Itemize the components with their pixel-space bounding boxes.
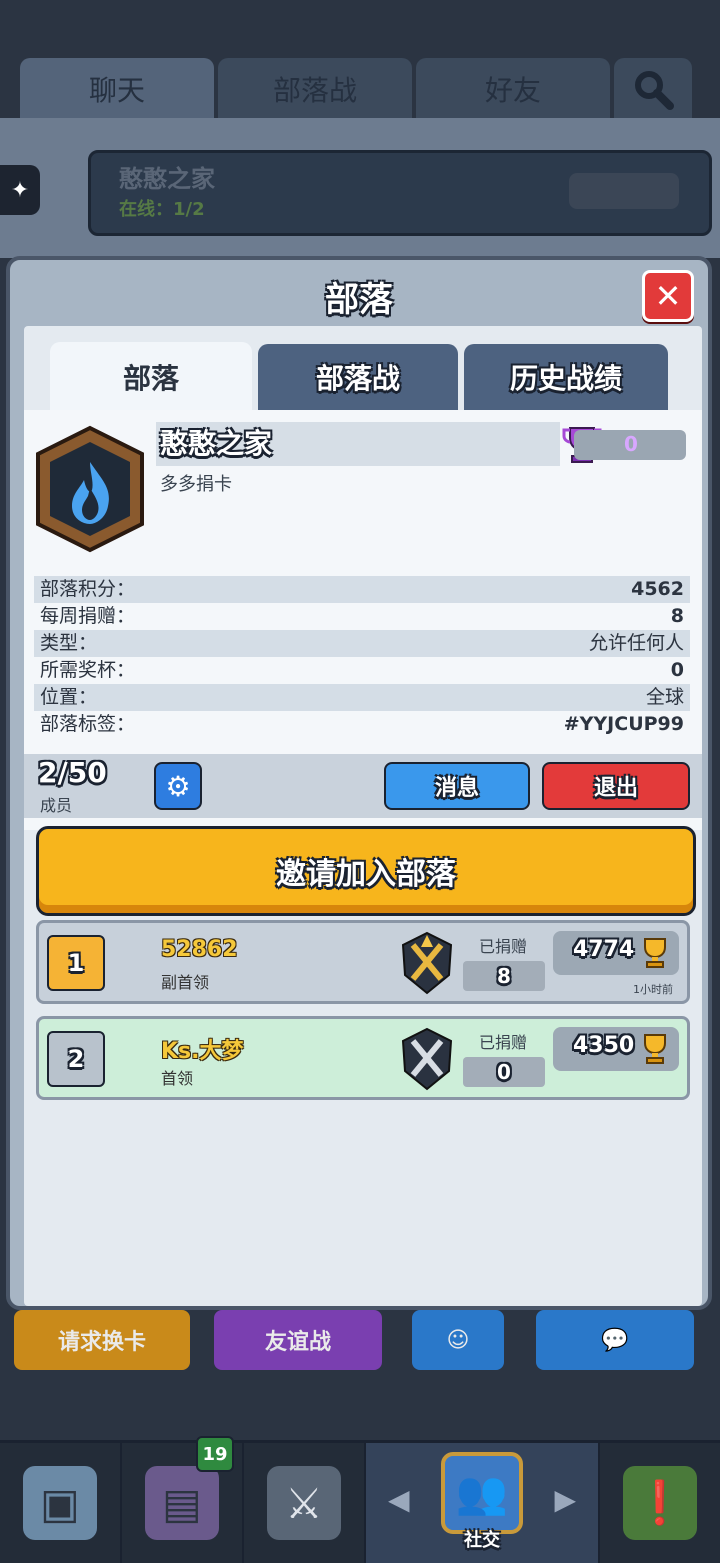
info-row: 位置： 全球 [34,684,690,711]
smile-icon: ☺ [446,1327,470,1353]
cards-icon: ▤ [145,1466,219,1540]
tab-clan-war-modal[interactable]: 部落战 [258,344,458,410]
nav-battle[interactable]: ⚔ [244,1443,366,1563]
puzzle-icon[interactable]: ✦ [0,165,40,215]
cards-count-badge: 19 [196,1436,234,1472]
clan-badge-icon [36,425,144,553]
tab-clan-war[interactable]: 部落战 [218,58,412,120]
background-buttons: 请求换卡 友谊战 ☺ 💬 [0,1300,720,1380]
tab-clan[interactable]: 部落 [50,342,252,412]
gear-icon: ⚙ [165,769,191,803]
tab-friends[interactable]: 好友 [416,58,610,120]
search-button[interactable] [614,58,692,120]
clan-trophy-value: 0 [624,432,638,456]
settings-button[interactable]: ⚙ [154,762,202,810]
member-trophy-box: 4350 [553,1027,679,1071]
member-role: 首领 [161,1069,194,1088]
message-button[interactable]: 消息 [384,762,530,810]
donated-value: 0 [463,1057,545,1087]
member-rank: 1 [47,935,105,991]
donated-label: 已捐赠 [479,1033,528,1052]
trophy-icon [644,938,666,968]
search-icon [635,71,674,110]
clan-trophy-box: 0 [574,430,686,460]
close-icon: ✕ [654,277,682,315]
chat-bubble-icon: 💬 [601,1327,629,1353]
info-row: 每周捐赠： 8 [40,605,684,627]
donated-label: 已捐赠 [479,937,528,956]
exit-button[interactable]: 退出 [542,762,690,810]
member-trophies: 4774 [573,937,635,962]
background-clan-card[interactable]: 憨憨之家 在线：1/2 [88,150,712,236]
info-row: 部落标签： #YYJCUP99 [40,713,684,735]
chevron-left-icon: ◀ [388,1483,410,1516]
tab-war-history[interactable]: 历史战绩 [464,344,668,410]
member-trophy-box: 4774 [553,931,679,975]
info-row: 部落积分： 4562 [34,576,690,603]
social-label: 社交 [464,1530,500,1551]
member-row[interactable]: 1 52862 副首领 已捐赠 8 4774 1小时前 [36,920,690,1004]
emote-button[interactable]: ☺ [412,1310,504,1370]
bottom-navigation: ▣ ▤ ⚔ ◀ 👥 ▶ ❗ [0,1440,720,1563]
request-cards-button[interactable]: 请求换卡 [14,1310,190,1370]
members-count: 2/50 [38,756,107,789]
info-row: 所需奖杯： 0 [40,659,684,681]
chat-button[interactable]: 💬 [536,1310,694,1370]
modal-title: 部落 [325,280,393,320]
last-seen: 1小时前 [633,983,673,996]
chest-icon: ▣ [23,1466,97,1540]
bg-clan-online: 在线：1/2 [119,199,205,220]
nav-shop[interactable]: ▣ [0,1443,122,1563]
modal-content: 部落 部落战 历史战绩 憨憨之家 多多捐卡 0 部落积分： 4562 每周捐赠：… [24,326,702,1306]
top-tabs: 聊天 部落战 好友 [20,58,695,120]
member-trophies: 4350 [573,1033,635,1058]
clan-info-table: 部落积分： 4562 每周捐赠： 8 类型： 允许任何人 所需奖杯： 0 位置： 全球 部… [34,576,690,738]
member-name: Ks.大梦 [161,1039,244,1064]
member-role: 副首领 [161,973,210,992]
member-rank: 2 [47,1031,105,1087]
close-button[interactable]: ✕ [642,270,694,322]
bg-clan-name: 憨憨之家 [119,165,215,193]
members-bar: 2/50 成员 ⚙ 消息 退出 [24,754,702,818]
modal-tabs: 部落 部落战 历史战绩 [50,342,670,412]
member-name: 52862 [161,937,238,962]
donated-value: 8 [463,961,545,991]
tab-chat[interactable]: 聊天 [20,58,214,120]
chevron-right-icon: ▶ [554,1483,576,1516]
clan-info-modal: 部落 ✕ 部落 部落战 历史战绩 憨憨之家 多多捐卡 0 部落积分： 4562 … [6,256,712,1310]
crossed-swords-icon: ⚔ [267,1466,341,1540]
clan-description: 多多捐卡 [160,474,232,495]
gold-league-shield-icon [401,931,453,995]
trophy-icon [644,1034,666,1064]
silver-league-shield-icon [401,1027,453,1091]
info-row: 类型： 允许任何人 [34,630,690,657]
member-row[interactable]: 2 Ks.大梦 首领 已捐赠 0 4350 [36,1016,690,1100]
calendar-icon: ❗ [623,1466,697,1540]
invite-button[interactable]: 邀请加入部落 [36,826,696,916]
members-label: 成员 [40,796,73,815]
nav-events[interactable]: ❗ [600,1443,720,1563]
social-icon: 👥 [441,1452,523,1534]
bg-clan-trophy-box [569,173,679,209]
clan-name: 憨憨之家 [156,422,560,466]
friendly-battle-button[interactable]: 友谊战 [214,1310,382,1370]
